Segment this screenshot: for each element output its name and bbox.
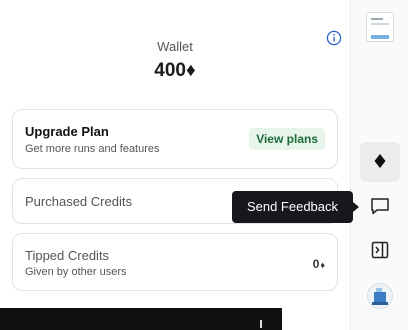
tipped-credits-subtitle: Given by other users: [25, 266, 127, 278]
tooltip-text: Send Feedback: [246, 199, 339, 214]
view-plans-button[interactable]: View plans: [249, 128, 325, 150]
tipped-credits-title: Tipped Credits: [25, 248, 110, 263]
wallet-panel: Wallet 400♦ Upgrade Plan Get more runs a…: [0, 0, 350, 330]
tooltip-arrow: [353, 202, 359, 212]
send-feedback-tooltip: Send Feedback: [232, 191, 359, 223]
app-root: Wallet 400♦ Upgrade Plan Get more runs a…: [0, 0, 408, 330]
tipped-credits-card: Tipped Credits Given by other users 0♦: [12, 233, 338, 291]
tipped-credits-amount: 0♦: [313, 257, 325, 271]
credits-button[interactable]: [360, 142, 400, 182]
diamond-unit-icon: ♦: [320, 260, 325, 270]
user-avatar-button[interactable]: [360, 276, 400, 316]
diamond-icon: [373, 153, 387, 172]
purchased-credits-title: Purchased Credits: [25, 194, 132, 209]
document-thumbnail[interactable]: [366, 12, 394, 42]
wallet-label: Wallet: [157, 39, 193, 54]
tipped-credits-value: 0: [312, 257, 320, 271]
chat-bubble-icon: [370, 197, 390, 218]
avatar: [367, 283, 393, 309]
send-feedback-button[interactable]: [360, 187, 400, 227]
bottom-dark-bar: [0, 308, 282, 330]
wallet-amount: 400♦: [154, 60, 196, 81]
panel-collapse-icon: [371, 241, 389, 262]
toggle-panel-button[interactable]: [360, 231, 400, 271]
right-sidebar: [350, 0, 408, 330]
bar-tick: [260, 320, 262, 328]
upgrade-plan-subtitle: Get more runs and features: [25, 143, 160, 155]
upgrade-plan-title: Upgrade Plan: [25, 124, 109, 139]
upgrade-plan-card: Upgrade Plan Get more runs and features …: [12, 109, 338, 169]
